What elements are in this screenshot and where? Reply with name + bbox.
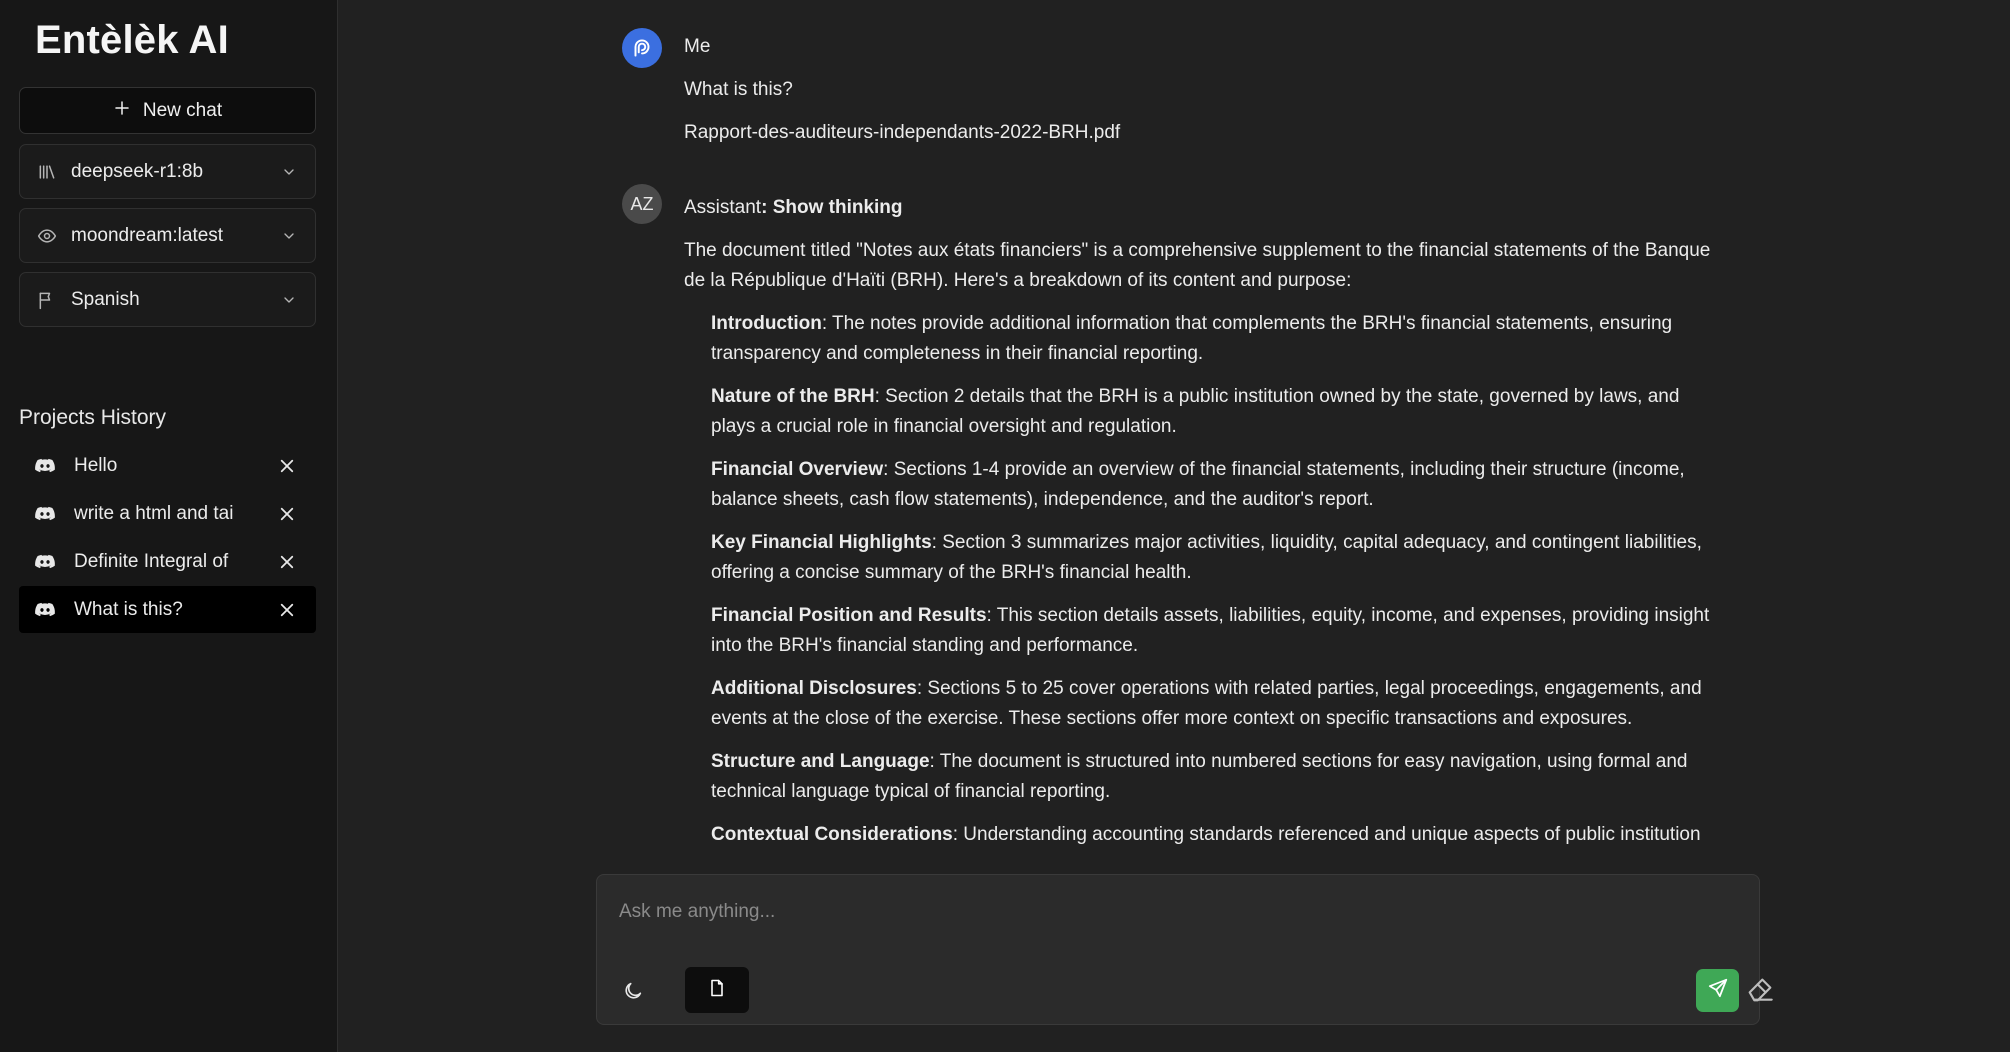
- assistant-point: Financial Position and Results: This sec…: [711, 601, 1724, 661]
- history-item-active[interactable]: What is this?: [19, 586, 316, 633]
- clear-chat-button[interactable]: [1741, 971, 1781, 1011]
- point-title: Additional Disclosures: [711, 678, 917, 699]
- history-item-label: Definite Integral of: [74, 550, 229, 572]
- assistant-points: Introduction: The notes provide addition…: [684, 309, 1724, 846]
- history-item-label: Hello: [74, 454, 118, 476]
- send-button[interactable]: [1696, 969, 1739, 1012]
- history-item-label: write a html and tai: [74, 502, 234, 524]
- show-thinking-toggle[interactable]: : Show thinking: [761, 197, 902, 218]
- user-name: Me: [684, 36, 711, 57]
- close-icon[interactable]: [278, 457, 296, 475]
- discord-icon: [34, 455, 56, 477]
- send-icon: [1707, 977, 1729, 1004]
- assistant-intro: The document titled "Notes aux états fin…: [684, 240, 1711, 291]
- assistant-point: Financial Overview: Sections 1-4 provide…: [711, 455, 1724, 515]
- point-title: Financial Position and Results: [711, 605, 987, 626]
- close-icon[interactable]: [278, 505, 296, 523]
- attach-file-button[interactable]: [685, 967, 749, 1013]
- attachment-filename[interactable]: Rapport-des-auditeurs-independants-2022-…: [684, 122, 1724, 144]
- discord-icon: [34, 551, 56, 573]
- point-title: Contextual Considerations: [711, 824, 953, 845]
- user-message: What is this?: [684, 79, 793, 100]
- assistant-header: Assistant: Show thinking: [684, 197, 1724, 219]
- point-text: : The notes provide additional informati…: [711, 313, 1673, 364]
- assistant-point: Nature of the BRH: Section 2 details tha…: [711, 382, 1724, 442]
- assistant-point: Additional Disclosures: Sections 5 to 25…: [711, 674, 1724, 734]
- point-title: Financial Overview: [711, 459, 884, 480]
- library-icon: [37, 162, 57, 182]
- chevron-down-icon: [281, 228, 297, 244]
- point-title: Introduction: [711, 313, 822, 334]
- history-item[interactable]: write a html and tai: [19, 490, 316, 537]
- point-text: : Understanding accounting standards ref…: [952, 824, 1701, 845]
- history-item[interactable]: Definite Integral of: [19, 538, 316, 585]
- message-list[interactable]: Me What is this? Rapport-des-auditeurs-i…: [339, 0, 2010, 846]
- discord-icon: [34, 599, 56, 621]
- message-input[interactable]: [619, 897, 1719, 927]
- language-select-value: Spanish: [71, 288, 140, 310]
- language-select[interactable]: Spanish: [19, 272, 316, 327]
- projects-history-title: Projects History: [19, 406, 167, 429]
- composer: [596, 874, 1773, 1025]
- eraser-icon: [1745, 973, 1777, 1010]
- assistant-point: Structure and Language: The document is …: [711, 747, 1724, 807]
- plus-icon: [113, 99, 131, 123]
- history-item[interactable]: Hello: [19, 442, 316, 489]
- close-icon[interactable]: [278, 553, 296, 571]
- file-icon: [707, 977, 727, 1004]
- chevron-down-icon: [281, 164, 297, 180]
- assistant-point: Contextual Considerations: Understanding…: [711, 820, 1724, 846]
- assistant-message: The document titled "Notes aux états fin…: [684, 236, 1724, 846]
- point-title: Key Financial Highlights: [711, 532, 932, 553]
- eye-icon: [37, 226, 57, 246]
- assistant-name: Assistant: [684, 197, 762, 218]
- point-title: Structure and Language: [711, 751, 930, 772]
- model-select[interactable]: deepseek-r1:8b: [19, 144, 316, 199]
- chat-area: Me What is this? Rapport-des-auditeurs-i…: [339, 0, 2010, 1052]
- assistant-point: Key Financial Highlights: Section 3 summ…: [711, 528, 1724, 588]
- history-item-label: What is this?: [74, 598, 183, 620]
- assistant-avatar: AZ: [622, 184, 662, 224]
- vision-model-select-value: moondream:latest: [71, 224, 224, 246]
- new-chat-label: New chat: [142, 99, 223, 121]
- discord-icon: [34, 503, 56, 525]
- sidebar: Entèlèk AI New chat deepseek-r1:8b moond…: [0, 0, 338, 1052]
- theme-toggle-button[interactable]: [615, 975, 651, 1011]
- moon-icon: [622, 980, 644, 1007]
- new-chat-button[interactable]: New chat: [19, 87, 316, 134]
- model-select-value: deepseek-r1:8b: [71, 160, 204, 182]
- close-icon[interactable]: [278, 601, 296, 619]
- user-avatar: [622, 28, 662, 68]
- assistant-point: Introduction: The notes provide addition…: [711, 309, 1724, 369]
- vision-model-select[interactable]: moondream:latest: [19, 208, 316, 263]
- app-title: Entèlèk AI: [35, 18, 229, 62]
- flag-icon: [37, 290, 57, 310]
- chevron-down-icon: [281, 292, 297, 308]
- point-title: Nature of the BRH: [711, 386, 875, 407]
